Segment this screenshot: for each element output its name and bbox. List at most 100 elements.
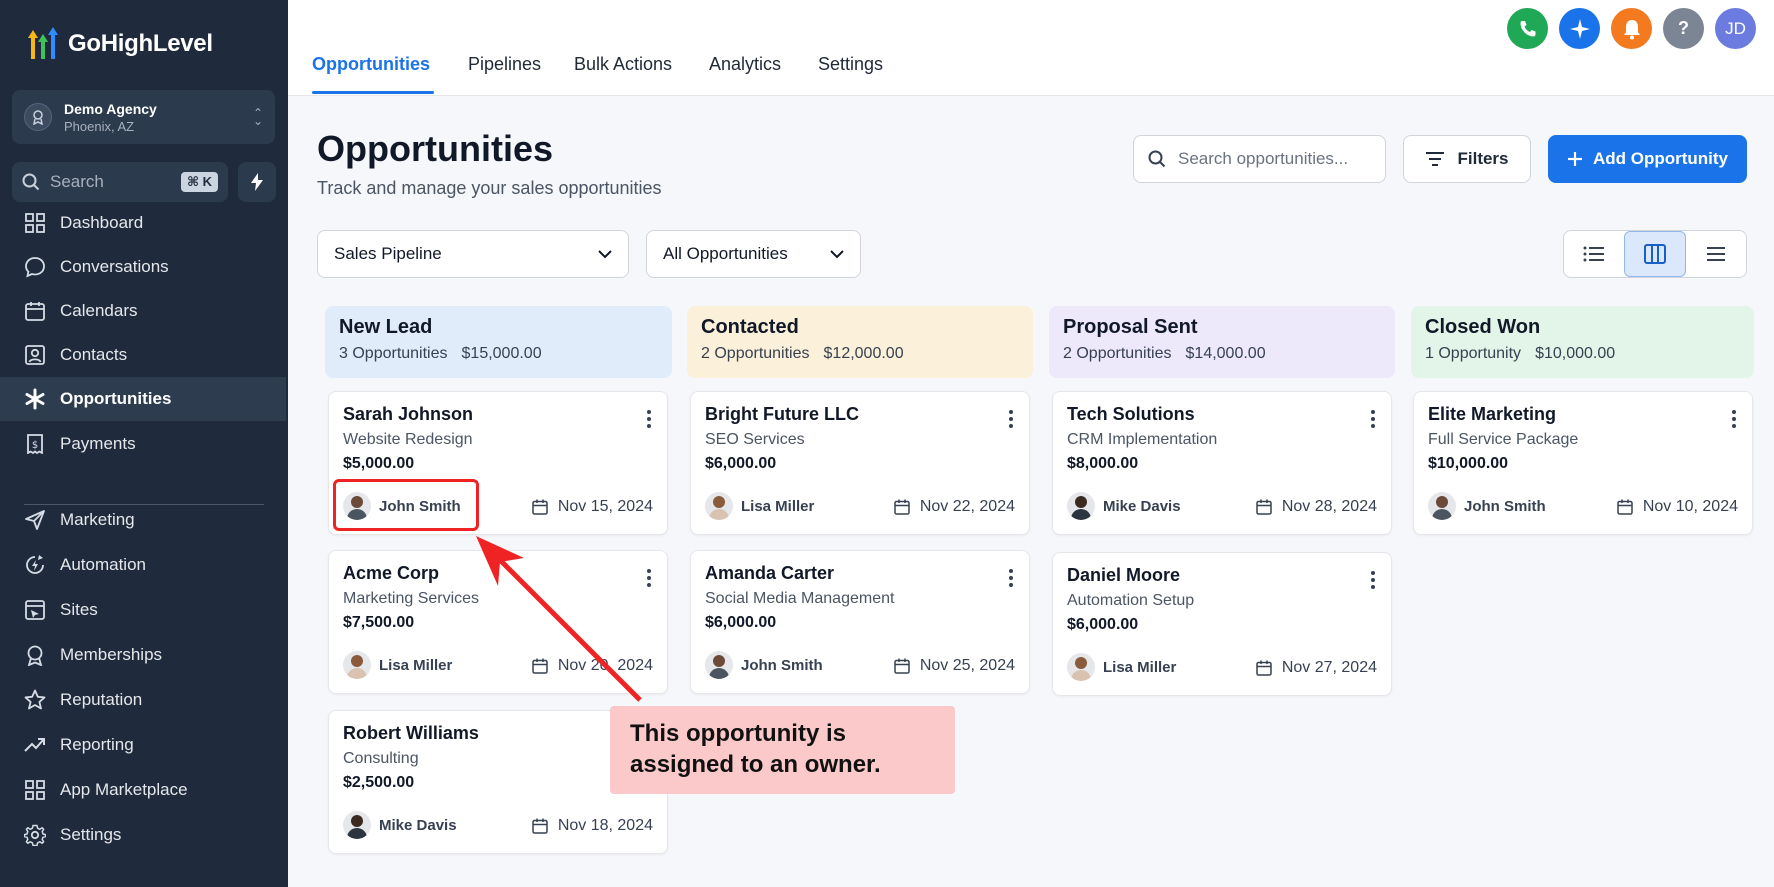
card-owner[interactable]: Mike Davis (1067, 492, 1181, 520)
calendar-icon (532, 818, 548, 834)
sparkle-icon (1569, 18, 1590, 39)
more-vertical-icon[interactable] (1732, 410, 1736, 431)
sidebar-search[interactable]: Search ⌘ K (12, 162, 228, 202)
more-vertical-icon[interactable] (647, 410, 651, 431)
scope-select[interactable]: All Opportunities (646, 230, 861, 278)
quick-actions-button[interactable] (238, 162, 276, 202)
card-value: $6,000.00 (705, 455, 777, 472)
sidebar-item-settings[interactable]: Settings (0, 813, 288, 857)
card-date-text: Nov 22, 2024 (919, 498, 1015, 515)
more-vertical-icon[interactable] (1009, 569, 1013, 590)
sidebar-item-label: App Marketplace (60, 780, 188, 799)
add-opportunity-button[interactable]: Add Opportunity (1548, 135, 1747, 183)
card-service: Website Redesign (343, 431, 473, 448)
card-value: $7,500.00 (343, 614, 415, 631)
calendar-icon (1617, 499, 1633, 515)
card-contact-name: Sarah Johnson (343, 404, 474, 424)
sidebar-item-conversations[interactable]: Conversations (0, 245, 288, 289)
list-view-button[interactable] (1564, 231, 1624, 277)
card-owner[interactable]: Lisa Miller (343, 651, 452, 679)
sidebar-item-contacts[interactable]: Contacts (0, 333, 288, 377)
compact-view-button[interactable] (1686, 231, 1746, 277)
menu-icon (1707, 247, 1725, 261)
membership-icon (24, 644, 46, 666)
app-logo[interactable]: GoHighLevel (26, 24, 213, 64)
card-owner[interactable]: Lisa Miller (705, 492, 814, 520)
annotation-callout: This opportunity is assigned to an owner… (610, 706, 955, 794)
sidebar-item-dashboard[interactable]: Dashboard (0, 201, 288, 245)
sidebar-item-reputation[interactable]: Reputation (0, 678, 288, 722)
pipeline-select[interactable]: Sales Pipeline (317, 230, 629, 278)
send-icon (24, 509, 46, 531)
sidebar-item-app-marketplace[interactable]: App Marketplace (0, 768, 288, 812)
card-owner[interactable]: John Smith (1428, 492, 1546, 520)
chat-icon (24, 256, 46, 278)
card-contact-name: Acme Corp (343, 563, 440, 583)
app-name: GoHighLevel (68, 30, 213, 57)
tab-opportunities[interactable]: Opportunities (312, 54, 430, 75)
page-subtitle: Track and manage your sales opportunitie… (317, 178, 662, 198)
tab-analytics[interactable]: Analytics (709, 54, 781, 75)
help-button[interactable]: ? (1663, 8, 1704, 49)
sidebar-item-payments[interactable]: $ Payments (0, 422, 288, 466)
opportunity-card[interactable]: Acme Corp Marketing Services $7,500.00 Lisa… (328, 550, 668, 694)
ai-assistant-button[interactable] (1559, 8, 1600, 49)
filters-button[interactable]: Filters (1403, 135, 1531, 183)
card-date: Nov 10, 2024 (1617, 498, 1738, 516)
tab-pipelines[interactable]: Pipelines (468, 54, 541, 75)
user-avatar[interactable]: JD (1715, 8, 1756, 49)
add-opportunity-label: Add Opportunity (1592, 149, 1729, 168)
phone-button[interactable] (1507, 8, 1548, 49)
more-vertical-icon[interactable] (1371, 410, 1375, 431)
owner-name: Lisa Miller (741, 497, 815, 515)
annotation-line-2: assigned to an owner. (630, 751, 881, 778)
tab-settings[interactable]: Settings (818, 54, 883, 75)
calendar-icon (894, 658, 910, 674)
sidebar-item-opportunities[interactable]: Opportunities (0, 377, 286, 421)
tab-bulk-actions[interactable]: Bulk Actions (574, 54, 672, 75)
sidebar-item-calendars[interactable]: Calendars (0, 289, 288, 333)
scope-select-value: All Opportunities (663, 244, 788, 263)
card-service: Marketing Services (343, 590, 480, 607)
avatar (1067, 492, 1095, 520)
sidebar-divider (24, 504, 264, 505)
svg-text:$: $ (32, 440, 38, 451)
sidebar-item-automation[interactable]: Automation (0, 543, 288, 587)
card-owner[interactable]: Mike Davis (343, 811, 457, 839)
agency-switcher[interactable]: Demo Agency Phoenix, AZ ⌃ ⌄ (12, 90, 275, 144)
avatar (705, 492, 733, 520)
opportunity-card[interactable]: Amanda Carter Social Media Management $6,0… (690, 550, 1030, 694)
notifications-button[interactable] (1611, 8, 1652, 49)
chevron-updown-icon: ⌃ ⌄ (252, 106, 263, 128)
sidebar-item-label: Settings (60, 825, 122, 844)
card-date: Nov 20, 2024 (532, 657, 653, 675)
opportunity-card[interactable]: Daniel Moore Automation Setup $6,000.00 Lis… (1052, 552, 1392, 696)
sidebar-item-sites[interactable]: Sites (0, 588, 288, 632)
owner-name: Lisa Miller (1103, 658, 1177, 676)
owner-name: Mike Davis (379, 816, 457, 834)
chevron-down-icon (830, 249, 844, 258)
card-service: Consulting (343, 750, 419, 767)
search-placeholder: Search opportunities... (1178, 149, 1349, 168)
opportunity-card[interactable]: Bright Future LLC SEO Services $6,000.00 Li… (690, 391, 1030, 535)
more-vertical-icon[interactable] (1371, 571, 1375, 592)
column-header-proposal-sent: Proposal Sent 2 Opportunities $14,000.00 (1049, 306, 1395, 378)
chevron-down-icon (598, 249, 612, 258)
card-owner[interactable]: John Smith (705, 651, 823, 679)
more-vertical-icon[interactable] (1009, 410, 1013, 431)
sidebar-item-reporting[interactable]: Reporting (0, 723, 288, 767)
opportunity-card[interactable]: Tech Solutions CRM Implementation $8,000.0… (1052, 391, 1392, 535)
card-date-text: Nov 15, 2024 (557, 498, 653, 515)
annotation-line-1: This opportunity is (630, 720, 846, 747)
sidebar-item-memberships[interactable]: Memberships (0, 633, 288, 677)
card-contact-name: Bright Future LLC (705, 404, 859, 424)
opportunities-icon (24, 388, 46, 410)
bell-icon (1623, 19, 1640, 39)
opportunity-search-input[interactable]: Search opportunities... (1133, 135, 1386, 183)
top-nav: Opportunities Pipelines Bulk Actions Ana… (288, 0, 1774, 96)
more-vertical-icon[interactable] (647, 569, 651, 590)
opportunity-card[interactable]: Elite Marketing Full Service Package $10,0… (1413, 391, 1753, 535)
card-date: Nov 28, 2024 (1256, 498, 1377, 516)
card-owner[interactable]: Lisa Miller (1067, 653, 1176, 681)
board-view-button[interactable] (1624, 231, 1686, 277)
